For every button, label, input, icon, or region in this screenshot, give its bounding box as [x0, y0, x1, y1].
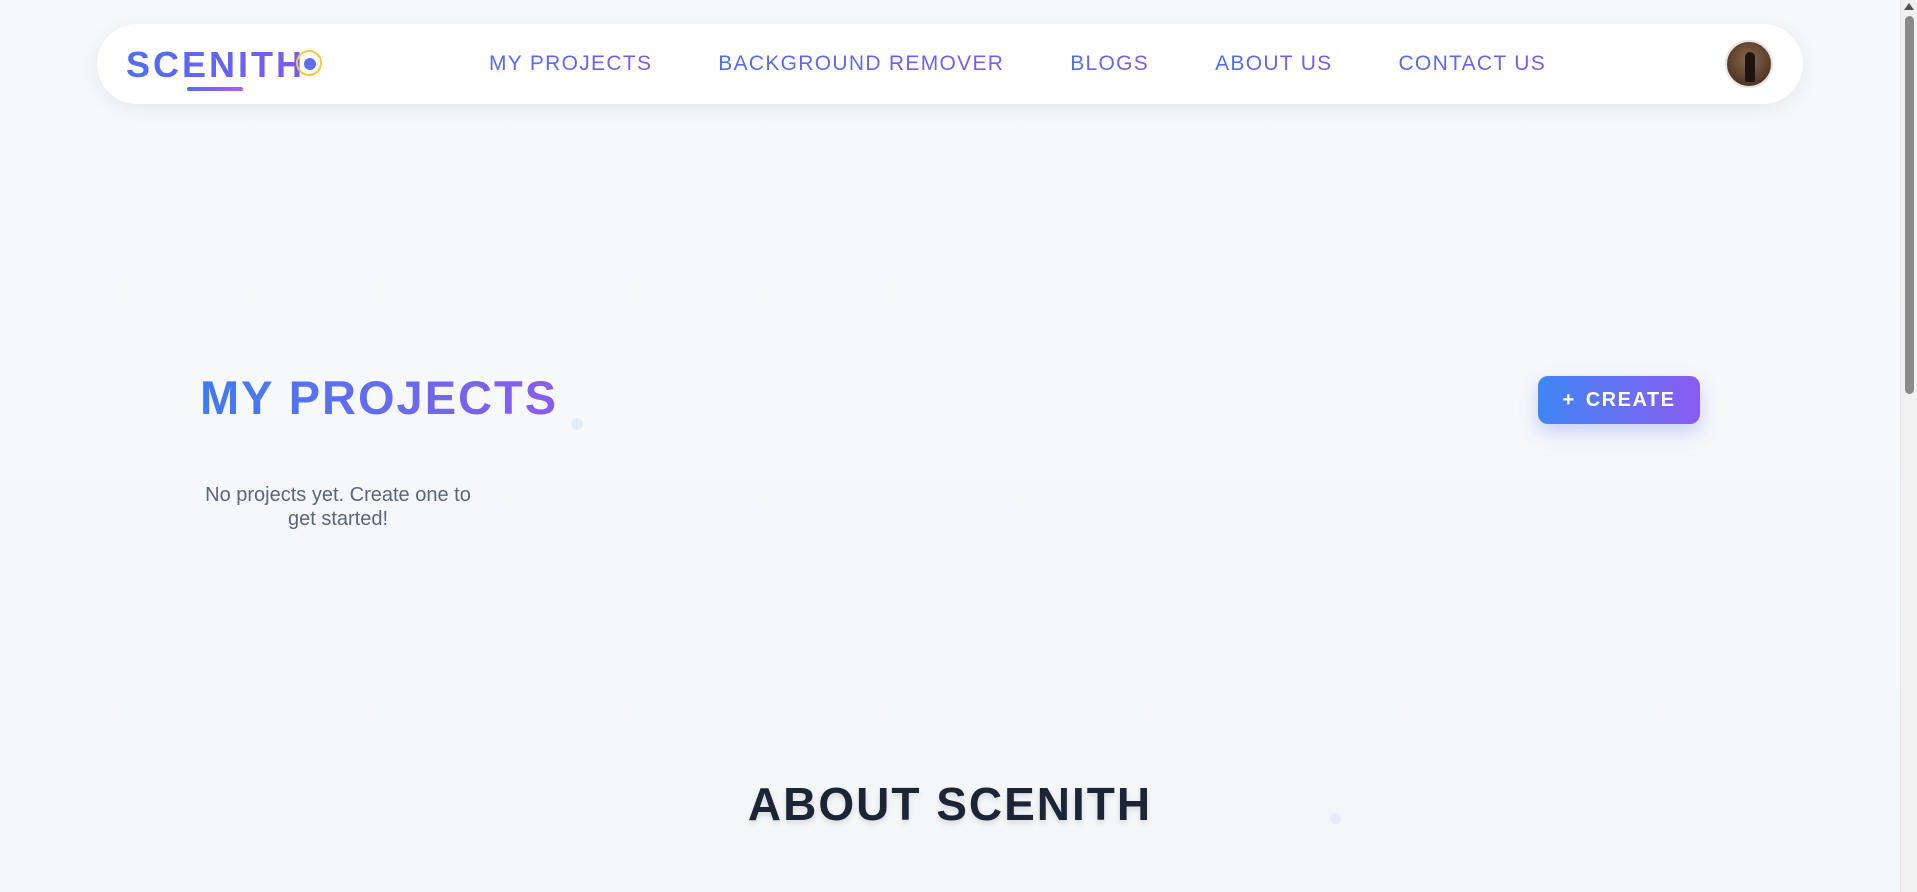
nav-link-background-remover[interactable]: BACKGROUND REMOVER: [718, 52, 1004, 76]
create-button-label: CREATE: [1585, 388, 1676, 411]
scrollbar-thumb[interactable]: [1905, 16, 1914, 394]
navbar: SCENITH MY PROJECTS BACKGROUND REMOVER B…: [97, 24, 1803, 104]
nav-link-contact-us[interactable]: CONTACT US: [1398, 52, 1546, 76]
nav-link-blogs[interactable]: BLOGS: [1070, 52, 1149, 76]
create-project-button[interactable]: + CREATE: [1538, 376, 1700, 424]
projects-title: MY PROJECTS: [200, 371, 559, 424]
empty-projects-message: No projects yet. Create one to get start…: [205, 484, 471, 530]
logo-underline: [187, 87, 243, 91]
nav-link-my-projects[interactable]: MY PROJECTS: [489, 52, 652, 76]
avatar-photo-figure: [1745, 52, 1755, 82]
logo-dot-icon: [304, 58, 316, 70]
plus-icon: +: [1562, 388, 1576, 411]
vertical-scrollbar[interactable]: [1900, 0, 1917, 892]
nav-link-about-us[interactable]: ABOUT US: [1215, 52, 1332, 76]
page: SCENITH MY PROJECTS BACKGROUND REMOVER B…: [0, 0, 1917, 892]
decorative-dot: [1330, 813, 1341, 824]
about-title: ABOUT SCENITH: [747, 778, 1153, 830]
scroll-up-arrow-icon[interactable]: [1904, 3, 1914, 10]
user-avatar[interactable]: [1725, 40, 1773, 88]
logo-text: SCENITH: [126, 44, 306, 85]
logo-link[interactable]: SCENITH: [126, 42, 322, 92]
main-nav: MY PROJECTS BACKGROUND REMOVER BLOGS ABO…: [489, 24, 1546, 104]
decorative-dot: [571, 418, 583, 430]
